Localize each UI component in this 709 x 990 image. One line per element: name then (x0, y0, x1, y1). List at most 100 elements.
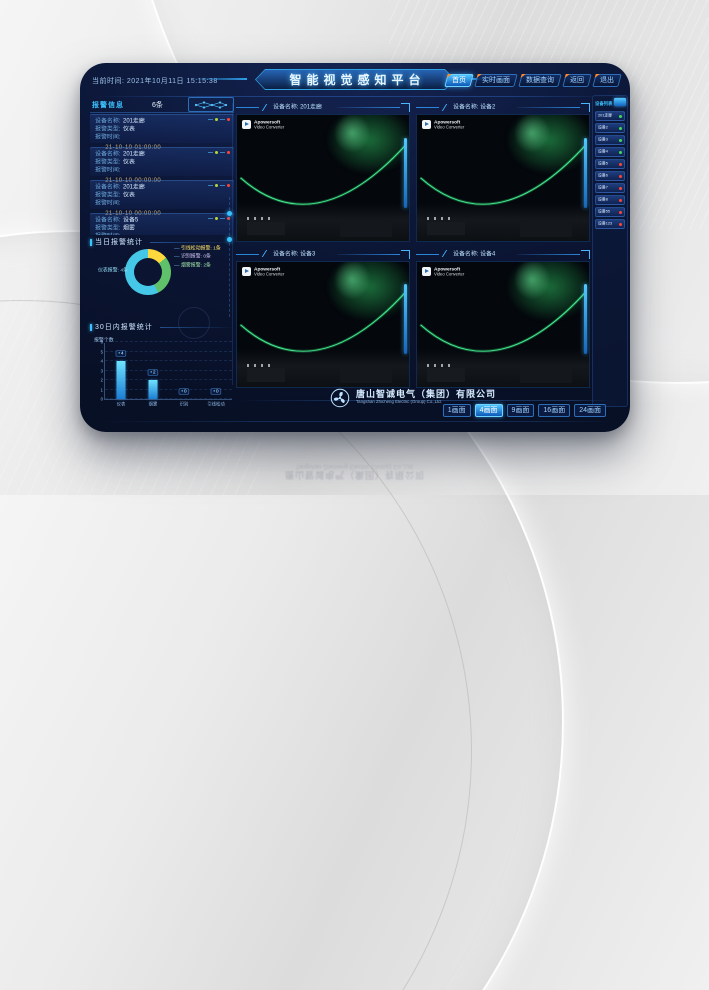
alarm-status-dots (208, 151, 230, 154)
device-status-dot (619, 211, 622, 214)
video-feed[interactable]: ApowersoftVideo Converter (416, 261, 590, 389)
watermark: ApowersoftVideo Converter (422, 120, 484, 132)
bar-slot: 2烟雾 (137, 343, 169, 399)
decor-dotted-line (229, 197, 230, 317)
device-list-item[interactable]: 设备55 (595, 207, 625, 217)
machinery-block (427, 222, 465, 236)
alarm-sidebar: 报警信息 6条 设备名称:201走廊报警类型:仪表报警时间:21-10-10 0… (90, 97, 234, 429)
video-feed[interactable]: ApowersoftVideo Converter (416, 114, 590, 242)
nav-button[interactable]: 返回 (562, 74, 591, 87)
slash-decor (442, 104, 452, 111)
alarm-time-label: 报警时间: (95, 166, 120, 175)
video-title: 设备名称: 设备2 (453, 103, 495, 112)
device-list-item[interactable]: 201走廊 (595, 111, 625, 121)
alarm-time-label: 报警时间: (95, 199, 120, 208)
alarm-info-title: 报警信息 (92, 100, 124, 110)
nav-button[interactable]: 首页 (444, 74, 473, 87)
machinery-block (340, 367, 392, 383)
device-name: 设备4 (598, 150, 608, 154)
layout-button[interactable]: 9画面 (507, 404, 535, 417)
donut-label: 识别报警: 0条 (174, 253, 211, 260)
bar (148, 380, 157, 399)
watermark-line1: Apowersoft (254, 267, 288, 272)
alarm-card[interactable]: 设备名称:设备5报警类型:烟雾报警时间:21-10-10 00:00:00 (90, 213, 234, 235)
machinery-block (247, 368, 285, 382)
device-status-dot (619, 139, 622, 142)
scroll-indicator[interactable] (404, 138, 407, 208)
slash-decor (442, 250, 452, 257)
alarm-card[interactable]: 设备名称:201走廊报警类型:仪表报警时间:21-10-10 00:00:00 (90, 147, 234, 176)
watermark-line2: Video Converter (254, 273, 284, 277)
video-header: 设备名称: 设备2 (416, 100, 590, 114)
footer-divider (100, 421, 610, 422)
alarm-card[interactable]: 设备名称:201走廊报警类型:仪表报警时间:21-10-10 00:00:00 (90, 180, 234, 209)
axis-tick: 4 (101, 359, 103, 363)
alarm-card[interactable]: 设备名称:201走廊报警类型:仪表报警时间:21-10-10 01:00:00 (90, 114, 234, 143)
nav-button[interactable]: 实时画面 (474, 74, 517, 87)
watermark-icon (422, 267, 431, 276)
nav-button[interactable]: 数据查询 (518, 74, 561, 87)
alarm-time-label: 报警时间: (95, 133, 120, 142)
watermark-icon (422, 120, 431, 129)
device-name: 设备123 (598, 222, 612, 226)
bar-category: 仪表 (117, 401, 126, 407)
axis-tick: 2 (101, 378, 103, 382)
scroll-indicator[interactable] (404, 284, 407, 354)
nav-bar: 首页实时画面数据查询返回退出 (446, 74, 620, 87)
app-title: 智能视觉感知平台 (284, 71, 425, 88)
video-cell: 设备名称: 设备3 ApowersoftVideo Converter (236, 247, 410, 389)
video-title: 设备名称: 设备3 (273, 249, 315, 258)
machinery-block (247, 222, 285, 236)
device-status-dot (619, 115, 622, 118)
layout-button[interactable]: 1画面 (443, 404, 471, 417)
column-divider (232, 103, 233, 385)
device-list-item[interactable]: 设备8 (595, 195, 625, 205)
video-cell: 设备名称: 设备2 ApowersoftVideo Converter (416, 100, 590, 242)
axis-tick: 1 (101, 388, 103, 392)
video-feed[interactable]: ApowersoftVideo Converter (236, 261, 410, 389)
device-list-item[interactable]: 设备2 (595, 123, 625, 133)
bar-category: 引线松动 (207, 401, 224, 407)
device-status-dot (619, 175, 622, 178)
watermark-icon (242, 120, 251, 129)
device-name: 设备3 (598, 138, 608, 142)
bar-slot: 4仪表 (105, 343, 137, 399)
panel-reflection: 唐山智诚电气（集团）有限公司 Tangshan Zhicheng Electri… (80, 438, 630, 484)
video-feed[interactable]: ApowersoftVideo Converter (236, 114, 410, 242)
device-name: 设备7 (598, 186, 608, 190)
nav-button[interactable]: 退出 (592, 74, 621, 87)
device-list-item[interactable]: 设备4 (595, 147, 625, 157)
axis-tick: 3 (101, 369, 103, 373)
video-header: 设备名称: 设备3 (236, 247, 410, 261)
watermark-line2: Video Converter (434, 126, 464, 130)
alarm-type-value: 仪表 (123, 191, 135, 200)
device-status-dot (619, 127, 622, 130)
device-status-dot (619, 199, 622, 202)
machinery-block (520, 220, 572, 236)
title-decor-line (192, 78, 247, 80)
corner-bracket (401, 103, 410, 112)
axis-tick: 6 (101, 340, 103, 344)
device-list-item[interactable]: 设备6 (595, 171, 625, 181)
device-list-item[interactable]: 设备123 (595, 219, 625, 229)
device-list-item[interactable]: 设备7 (595, 183, 625, 193)
corner-bracket (401, 250, 410, 259)
network-topology-icon[interactable] (188, 97, 234, 112)
layout-button[interactable]: 24画面 (574, 404, 606, 417)
device-name: 201走廊 (598, 114, 612, 118)
video-header: 设备名称: 设备4 (416, 247, 590, 261)
device-list-tab[interactable] (614, 98, 626, 106)
alarm-header: 报警信息 6条 (90, 97, 234, 113)
layout-button[interactable]: 16画面 (538, 404, 570, 417)
device-list-item[interactable]: 设备5 (595, 159, 625, 169)
slash-decor (262, 250, 272, 257)
scroll-indicator[interactable] (584, 284, 587, 354)
watermark: ApowersoftVideo Converter (242, 267, 304, 279)
bar-category: 识别 (180, 401, 189, 407)
layout-switcher: 1画面 4画面 9画面16画面 24画面 (443, 404, 606, 417)
layout-button[interactable]: 4画面 (475, 404, 503, 417)
device-list-title: 设备列表 (595, 101, 612, 107)
device-list-item[interactable]: 设备3 (595, 135, 625, 145)
scroll-indicator[interactable] (584, 138, 587, 208)
light-specks (427, 364, 451, 367)
